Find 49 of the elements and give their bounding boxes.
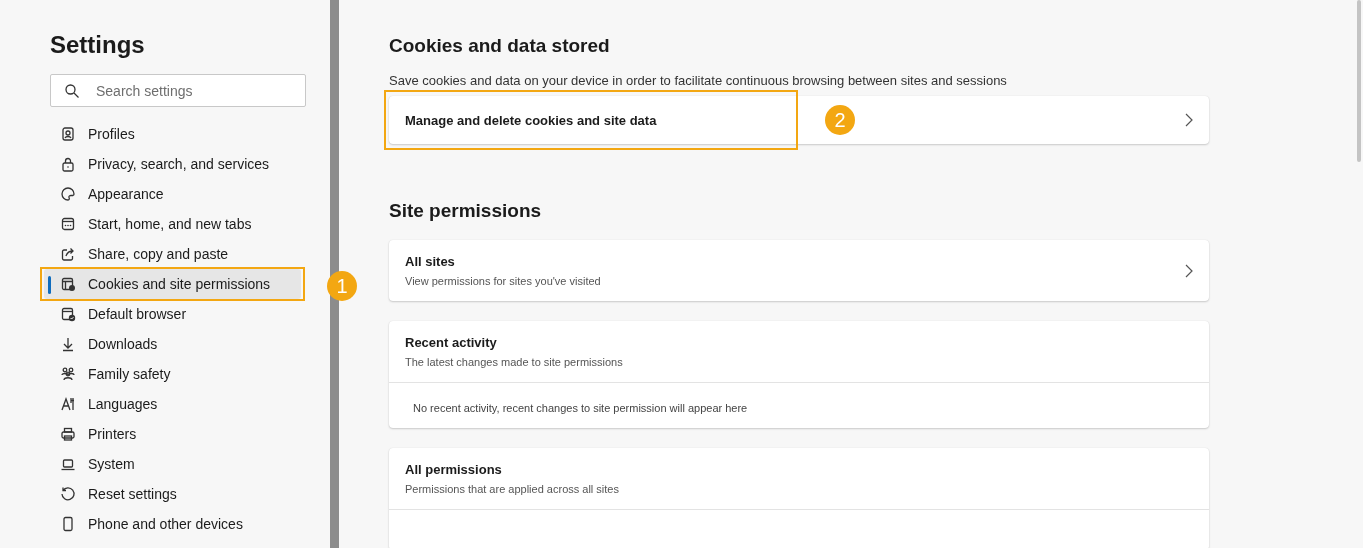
sidebar-item[interactable]: Printers	[44, 419, 301, 449]
share-icon	[60, 246, 76, 262]
sidebar-item[interactable]: Profiles	[44, 119, 301, 149]
site-settings-icon	[60, 276, 76, 292]
card-title: Recent activity	[405, 335, 497, 350]
tab-grid-icon	[60, 216, 76, 232]
family-icon	[60, 366, 76, 382]
card-title: Manage and delete cookies and site data	[405, 112, 657, 128]
search-icon	[64, 83, 80, 99]
reset-icon	[60, 486, 76, 502]
settings-title: Settings	[50, 30, 146, 60]
lock-icon	[60, 156, 76, 172]
scrollbar-thumb[interactable]	[1357, 0, 1361, 162]
card-title: All sites	[405, 254, 455, 269]
sidebar-item[interactable]: Phone and other devices	[44, 509, 301, 539]
chevron-right-icon	[1185, 113, 1193, 127]
settings-link-card[interactable]: All sites View permissions for sites you've visited	[389, 240, 1209, 301]
card-subtitle: View permissions for sites you've visited	[405, 275, 601, 287]
sidebar-item[interactable]: Family safety	[44, 359, 301, 389]
sidebar-item[interactable]: System	[44, 449, 301, 479]
sidebar-item[interactable]: Start, home, and new tabs	[44, 209, 301, 239]
sidebar-item[interactable]: Privacy, search, and services	[44, 149, 301, 179]
section-heading: Cookies and data stored	[389, 34, 611, 58]
card-title: All permissions	[405, 462, 502, 477]
printer-icon	[60, 426, 76, 442]
sidebar-item[interactable]: Downloads	[44, 329, 301, 359]
browser-check-icon	[60, 306, 76, 322]
sidebar-item[interactable]: Appearance	[44, 179, 301, 209]
phone-icon	[60, 516, 76, 532]
sidebar-item[interactable]: Share, copy and paste	[44, 239, 301, 269]
chevron-right-icon	[1185, 263, 1193, 278]
sidebar-item[interactable]: Default browser	[44, 299, 301, 329]
search-field[interactable]: Search settings	[50, 74, 306, 107]
section-description: Save cookies and data on your device in order to facilitate continuous browsing between sites and sessions	[389, 73, 1008, 88]
profile-icon	[60, 126, 76, 142]
laptop-icon	[60, 456, 76, 472]
empty-state-text: No recent activity, recent changes to site permission will appear here	[389, 382, 1209, 428]
sidebar-item[interactable]: Cookies and site permissions	[44, 269, 301, 299]
step-badge: 1	[327, 271, 357, 301]
card-subtitle: Permissions that are applied across all sites	[405, 483, 619, 495]
sidebar-item[interactable]: Reset settings	[44, 479, 301, 509]
sidebar-item[interactable]: Languages	[44, 389, 301, 419]
pane-splitter[interactable]	[330, 0, 339, 548]
download-icon	[60, 336, 76, 352]
selection-bar	[48, 276, 51, 294]
section-heading: Site permissions	[389, 199, 543, 223]
language-icon	[60, 396, 76, 412]
palette-icon	[60, 186, 76, 202]
card-subtitle: The latest changes made to site permissions	[405, 356, 623, 368]
